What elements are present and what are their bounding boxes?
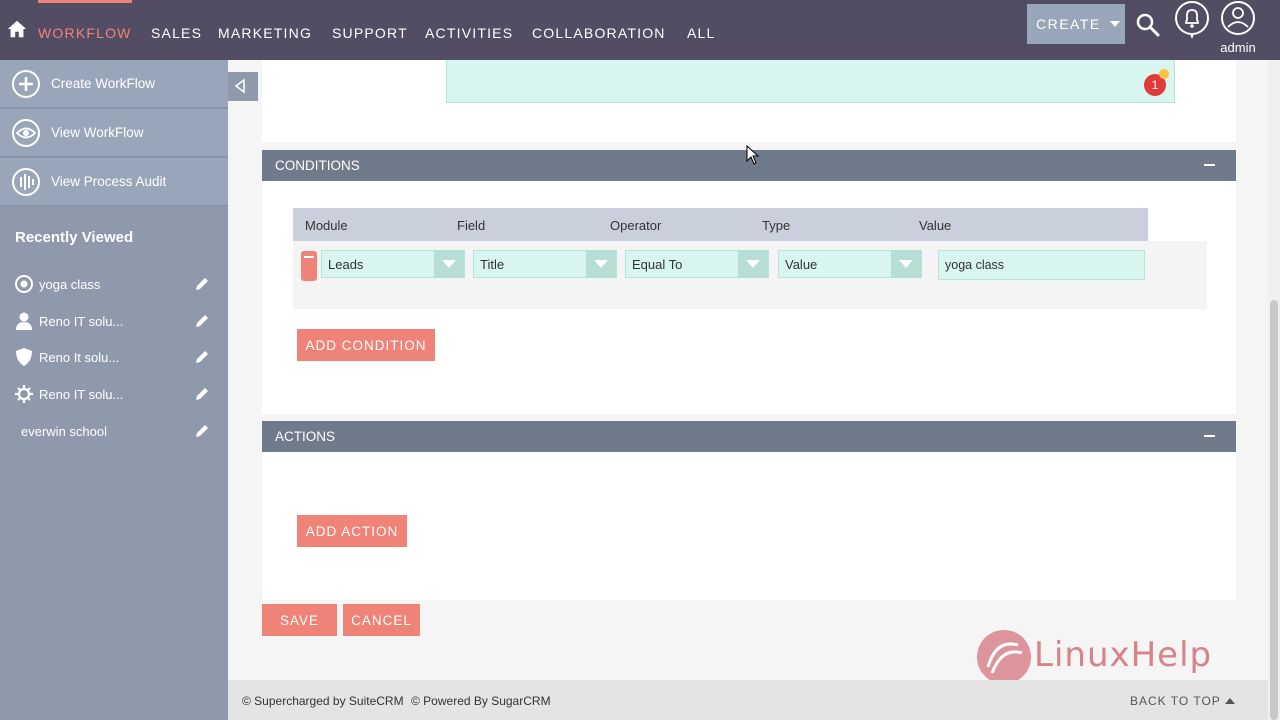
triangle-left-icon (234, 78, 245, 94)
description-panel: 1 (262, 60, 1236, 142)
operator-select-value: Equal To (632, 256, 683, 272)
nav-all[interactable]: ALL (687, 25, 716, 41)
sidebar-view-workflow[interactable]: View WorkFlow (0, 109, 228, 157)
recent-item-everwin-school[interactable]: everwin school (0, 418, 228, 444)
sidebar-action-label: View Process Audit (51, 174, 167, 189)
nav-workflow[interactable]: WORKFLOW (38, 25, 132, 41)
recent-item-label: yoga class (39, 276, 101, 292)
back-to-top-link[interactable]: BACK TO TOP (1130, 694, 1235, 708)
gear-icon (15, 385, 33, 403)
footer-sugarcrm-link[interactable]: © Powered By SugarCRM (411, 694, 551, 708)
recent-item-reno-it-2[interactable]: Reno It solu... (0, 344, 228, 370)
header-module: Module (305, 218, 348, 233)
audit-icon (12, 168, 40, 196)
user-name-label[interactable]: admin (1220, 40, 1256, 55)
target-icon (15, 275, 33, 293)
nav-sales[interactable]: SALES (151, 25, 202, 41)
user-avatar-icon[interactable] (1220, 0, 1256, 36)
recent-item-yoga-class[interactable]: yoga class (0, 271, 228, 297)
header-field: Field (457, 218, 486, 233)
field-select[interactable]: Title (473, 250, 617, 278)
sidebar-view-process-audit[interactable]: View Process Audit (0, 158, 228, 206)
sidebar-action-label: View WorkFlow (51, 125, 144, 140)
collapse-minus-icon[interactable] (1204, 164, 1215, 166)
header-value: Value (919, 218, 952, 233)
person-icon (16, 312, 32, 330)
cancel-button[interactable]: CANCEL (343, 604, 420, 636)
type-select-value: Value (785, 256, 818, 272)
top-navigation-bar: WORKFLOW SALES MARKETING SUPPORT ACTIVIT… (0, 0, 1280, 60)
eye-icon (12, 119, 40, 147)
create-button[interactable]: CREATE (1027, 4, 1125, 44)
conditions-panel: Module Field Operator Type Value Leads T… (262, 181, 1236, 414)
add-action-button[interactable]: ADD ACTION (297, 515, 407, 547)
notification-bell-icon[interactable] (1174, 0, 1210, 40)
recent-item-label: Reno It solu... (39, 349, 120, 365)
chevron-down-icon (738, 250, 768, 278)
actions-section-header[interactable]: ACTIONS (262, 421, 1236, 452)
save-button[interactable]: SAVE (262, 604, 337, 636)
header-type: Type (762, 218, 791, 233)
active-tab-indicator (38, 0, 132, 3)
scrollbar-thumb[interactable] (1270, 300, 1278, 720)
pencil-icon[interactable] (194, 349, 210, 365)
conditions-title: CONDITIONS (275, 158, 360, 173)
sidebar-action-label: Create WorkFlow (51, 76, 156, 91)
recently-viewed-title: Recently Viewed (15, 229, 134, 246)
module-select-value: Leads (328, 256, 364, 272)
add-condition-button[interactable]: ADD CONDITION (297, 329, 435, 361)
field-select-value: Title (480, 256, 505, 272)
page-scrollbar[interactable] (1268, 60, 1280, 720)
module-select[interactable]: Leads (321, 250, 465, 278)
plus-circle-icon (12, 70, 40, 98)
recent-item-label: Reno IT solu... (39, 386, 124, 402)
create-button-label: CREATE (1036, 16, 1101, 32)
nav-marketing[interactable]: MARKETING (218, 25, 312, 41)
logo-text: LinuxHelp (1034, 635, 1213, 675)
caret-up-icon (1224, 698, 1235, 704)
pencil-icon[interactable] (194, 313, 210, 329)
value-input[interactable]: yoga class (938, 250, 1145, 280)
chevron-down-icon (586, 250, 616, 278)
recent-item-reno-it-1[interactable]: Reno IT solu... (0, 308, 228, 334)
collapse-minus-icon[interactable] (1204, 435, 1215, 437)
pencil-icon[interactable] (194, 276, 210, 292)
chevron-down-icon (891, 250, 921, 278)
remove-condition-button[interactable] (301, 251, 317, 281)
search-icon[interactable] (1135, 12, 1161, 38)
recent-item-label: Reno IT solu... (39, 313, 124, 329)
logo-mark-icon (977, 630, 1031, 684)
warning-dot-icon (1159, 69, 1169, 79)
nav-collaboration[interactable]: COLLABORATION (532, 25, 666, 41)
shield-icon (16, 348, 32, 366)
nav-support[interactable]: SUPPORT (332, 25, 408, 41)
footer-suitecrm-link[interactable]: © Supercharged by SuiteCRM (242, 694, 404, 708)
home-icon[interactable] (6, 18, 28, 40)
recent-item-label: everwin school (21, 423, 107, 439)
footer: © Supercharged by SuiteCRM © Powered By … (228, 680, 1280, 720)
nav-activities[interactable]: ACTIVITIES (425, 25, 513, 41)
pencil-icon[interactable] (194, 386, 210, 402)
conditions-grid-header: Module Field Operator Type Value (293, 208, 1148, 241)
mouse-cursor-icon (746, 145, 760, 165)
actions-title: ACTIONS (275, 429, 336, 444)
chevron-down-icon (434, 250, 464, 278)
value-input-text: yoga class (945, 258, 1005, 272)
chevron-down-icon (1109, 21, 1120, 27)
condition-row: Leads Title Equal To Value yoga class (293, 241, 1207, 309)
linuxhelp-logo: LinuxHelp (974, 627, 1230, 687)
description-textarea[interactable] (446, 60, 1175, 103)
sidebar-create-workflow[interactable]: Create WorkFlow (0, 60, 228, 108)
header-operator: Operator (610, 218, 662, 233)
recent-item-reno-it-3[interactable]: Reno IT solu... (0, 381, 228, 407)
actions-panel: ADD ACTION (262, 452, 1236, 600)
type-select[interactable]: Value (778, 250, 922, 278)
pencil-icon[interactable] (194, 423, 210, 439)
sidebar-collapse-button[interactable] (228, 72, 258, 101)
operator-select[interactable]: Equal To (625, 250, 769, 278)
sidebar: Create WorkFlow View WorkFlow View Proce… (0, 60, 228, 720)
back-to-top-label: BACK TO TOP (1130, 694, 1221, 708)
